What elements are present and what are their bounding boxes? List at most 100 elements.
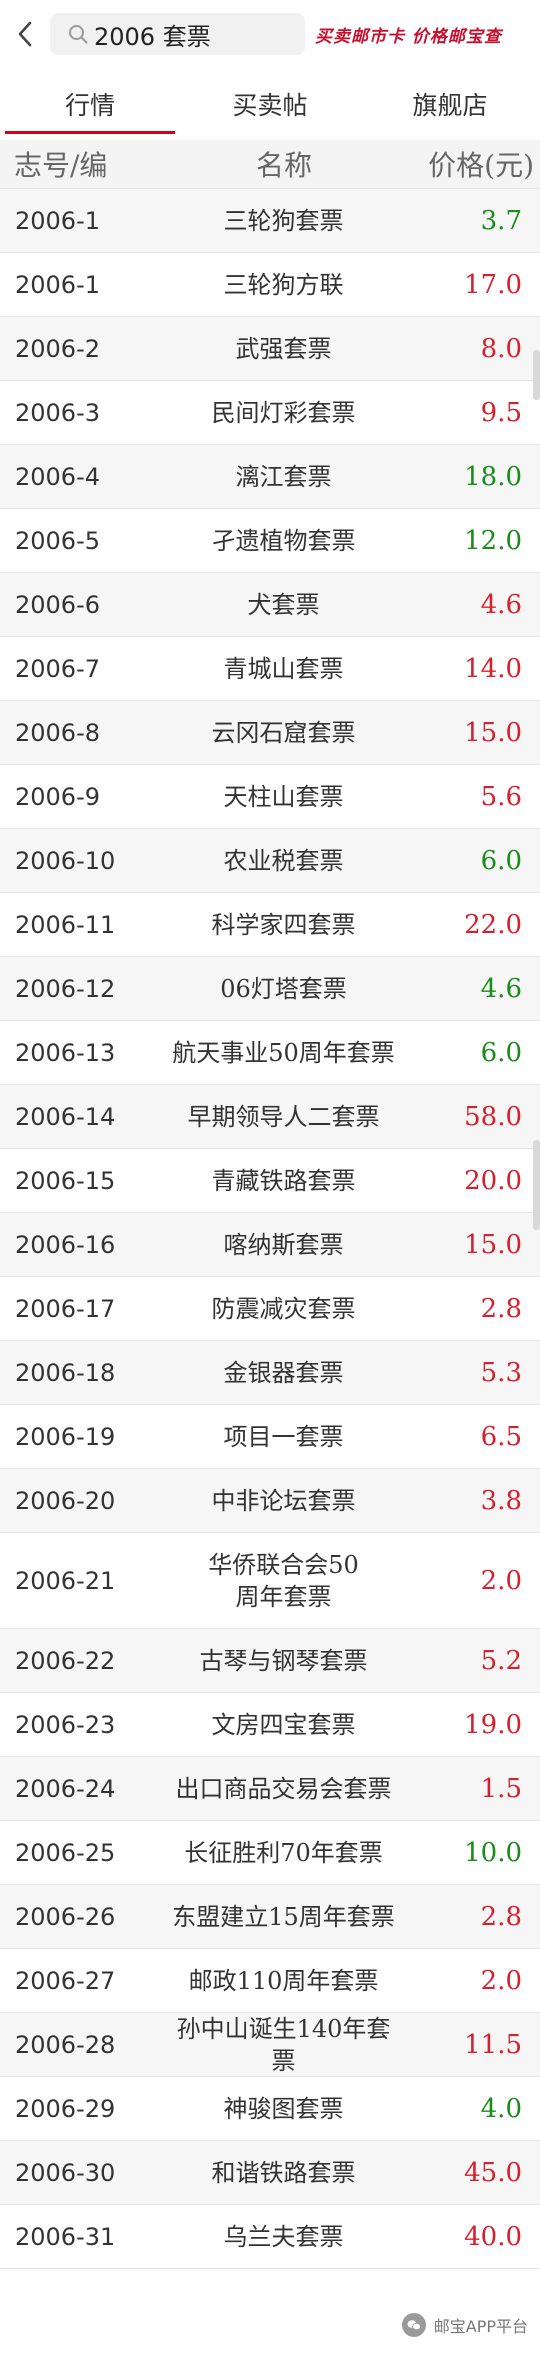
stamp-price: 3.8 xyxy=(480,1485,522,1516)
table-row[interactable]: 2006-18 金银器套票 5.3 xyxy=(0,1341,540,1405)
stamp-price: 2.0 xyxy=(480,1565,522,1596)
stamp-name: 邮政110周年套票 xyxy=(188,1966,379,1995)
stamp-price: 4.6 xyxy=(480,973,522,1004)
stamp-price: 45.0 xyxy=(464,2157,522,2188)
stamp-code: 2006-24 xyxy=(15,1774,116,1803)
price-list: 2006-1 三轮狗套票 3.7 2006-1 三轮狗方联 17.0 2006-2 武强套票 8… xyxy=(0,189,540,2269)
stamp-code: 2006-17 xyxy=(15,1294,116,1323)
table-row[interactable]: 2006-20 中非论坛套票 3.8 xyxy=(0,1469,540,1533)
table-row[interactable]: 2006-23 文房四宝套票 19.0 xyxy=(0,1693,540,1757)
tab-flagship-store[interactable]: 旗舰店 xyxy=(360,68,540,140)
table-row[interactable]: 2006-21 华侨联合会50周年套票 2.0 xyxy=(0,1533,540,1629)
stamp-code: 2006-15 xyxy=(15,1166,116,1195)
stamp-name: 乌兰夫套票 xyxy=(223,2222,344,2251)
table-row[interactable]: 2006-26 东盟建立15周年套票 2.8 xyxy=(0,1885,540,1949)
stamp-price: 8.0 xyxy=(480,333,522,364)
stamp-price: 40.0 xyxy=(464,2221,522,2252)
stamp-code: 2006-8 xyxy=(15,718,101,747)
stamp-price: 5.3 xyxy=(480,1357,522,1388)
stamp-price: 22.0 xyxy=(464,909,522,940)
stamp-code: 2006-16 xyxy=(15,1230,116,1259)
stamp-name: 天柱山套票 xyxy=(223,782,344,811)
table-row[interactable]: 2006-24 出口商品交易会套票 1.5 xyxy=(0,1757,540,1821)
table-row[interactable]: 2006-2 武强套票 8.0 xyxy=(0,317,540,381)
table-row[interactable]: 2006-3 民间灯彩套票 9.5 xyxy=(0,381,540,445)
table-row[interactable]: 2006-31 乌兰夫套票 40.0 xyxy=(0,2205,540,2269)
stamp-code: 2006-20 xyxy=(15,1486,116,1515)
table-row[interactable]: 2006-14 早期领导人二套票 58.0 xyxy=(0,1085,540,1149)
stamp-code: 2006-29 xyxy=(15,2094,116,2123)
table-row[interactable]: 2006-22 古琴与钢琴套票 5.2 xyxy=(0,1629,540,1693)
stamp-code: 2006-25 xyxy=(15,1838,116,1867)
table-row[interactable]: 2006-1 三轮狗方联 17.0 xyxy=(0,253,540,317)
stamp-price: 6.5 xyxy=(480,1421,522,1452)
search-input[interactable]: 2006 套票 xyxy=(50,13,305,55)
table-row[interactable]: 2006-10 农业税套票 6.0 xyxy=(0,829,540,893)
table-row[interactable]: 2006-6 犬套票 4.6 xyxy=(0,573,540,637)
stamp-price: 20.0 xyxy=(464,1165,522,1196)
chevron-left-icon xyxy=(18,21,32,47)
stamp-price: 4.0 xyxy=(480,2093,522,2124)
stamp-code: 2006-6 xyxy=(15,590,101,619)
stamp-name: 青城山套票 xyxy=(223,654,344,683)
stamp-code: 2006-12 xyxy=(15,974,116,1003)
stamp-code: 2006-5 xyxy=(15,526,101,555)
tab-bar: 行情 买卖帖 旗舰店 xyxy=(0,68,540,140)
table-row[interactable]: 2006-30 和谐铁路套票 45.0 xyxy=(0,2141,540,2205)
table-row[interactable]: 2006-13 航天事业50周年套票 6.0 xyxy=(0,1021,540,1085)
table-row[interactable]: 2006-27 邮政110周年套票 2.0 xyxy=(0,1949,540,2013)
watermark-text: 邮宝APP平台 xyxy=(433,2317,528,2336)
stamp-code: 2006-27 xyxy=(15,1966,116,1995)
stamp-name: 青藏铁路套票 xyxy=(211,1166,356,1195)
stamp-code: 2006-22 xyxy=(15,1646,116,1675)
stamp-price: 58.0 xyxy=(464,1101,522,1132)
stamp-name: 三轮狗方联 xyxy=(223,270,344,299)
table-row[interactable]: 2006-5 孑遗植物套票 12.0 xyxy=(0,509,540,573)
stamp-name: 文房四宝套票 xyxy=(211,1710,356,1739)
table-row[interactable]: 2006-28 孙中山诞生140年套票 11.5 xyxy=(0,2013,540,2077)
stamp-name: 神骏图套票 xyxy=(223,2094,344,2123)
table-row[interactable]: 2006-7 青城山套票 14.0 xyxy=(0,637,540,701)
table-row[interactable]: 2006-19 项目一套票 6.5 xyxy=(0,1405,540,1469)
tab-market[interactable]: 行情 xyxy=(0,68,180,140)
stamp-price: 18.0 xyxy=(464,461,522,492)
stamp-code: 2006-11 xyxy=(15,910,116,939)
table-row[interactable]: 2006-25 长征胜利70年套票 10.0 xyxy=(0,1821,540,1885)
stamp-price: 2.8 xyxy=(480,1293,522,1324)
back-button[interactable] xyxy=(0,0,50,68)
stamp-name: 项目一套票 xyxy=(223,1422,344,1451)
table-row[interactable]: 2006-16 喀纳斯套票 15.0 xyxy=(0,1213,540,1277)
stamp-name: 金银器套票 xyxy=(223,1358,344,1387)
table-row[interactable]: 2006-9 天柱山套票 5.6 xyxy=(0,765,540,829)
stamp-price: 1.5 xyxy=(480,1773,522,1804)
edge-handle xyxy=(533,350,540,400)
stamp-name: 农业税套票 xyxy=(223,846,344,875)
stamp-price: 10.0 xyxy=(464,1837,522,1868)
stamp-price: 5.6 xyxy=(480,781,522,812)
table-row[interactable]: 2006-29 神骏图套票 4.0 xyxy=(0,2077,540,2141)
table-row[interactable]: 2006-4 漓江套票 18.0 xyxy=(0,445,540,509)
table-row[interactable]: 2006-11 科学家四套票 22.0 xyxy=(0,893,540,957)
stamp-price: 6.0 xyxy=(480,845,522,876)
table-row[interactable]: 2006-1 三轮狗套票 3.7 xyxy=(0,189,540,253)
table-row[interactable]: 2006-8 云冈石窟套票 15.0 xyxy=(0,701,540,765)
table-row[interactable]: 2006-12 06灯塔套票 4.6 xyxy=(0,957,540,1021)
edge-handle xyxy=(533,1140,540,1230)
stamp-code: 2006-18 xyxy=(15,1358,116,1387)
stamp-price: 17.0 xyxy=(464,269,522,300)
tab-trade-posts[interactable]: 买卖帖 xyxy=(180,68,360,140)
stamp-price: 3.7 xyxy=(480,205,522,236)
stamp-name: 和谐铁路套票 xyxy=(211,2158,356,2187)
table-row[interactable]: 2006-17 防震减灾套票 2.8 xyxy=(0,1277,540,1341)
stamp-price: 2.0 xyxy=(480,1965,522,1996)
stamp-price: 4.6 xyxy=(480,589,522,620)
search-icon xyxy=(69,25,88,44)
stamp-name: 云冈石窟套票 xyxy=(211,718,356,747)
wechat-icon xyxy=(401,2313,426,2337)
stamp-name: 孙中山诞生140年套票 xyxy=(176,2014,391,2075)
stamp-code: 2006-1 xyxy=(15,206,101,235)
table-row[interactable]: 2006-15 青藏铁路套票 20.0 xyxy=(0,1149,540,1213)
stamp-name: 喀纳斯套票 xyxy=(223,1230,344,1259)
stamp-price: 19.0 xyxy=(464,1709,522,1740)
stamp-name: 武强套票 xyxy=(235,334,332,363)
